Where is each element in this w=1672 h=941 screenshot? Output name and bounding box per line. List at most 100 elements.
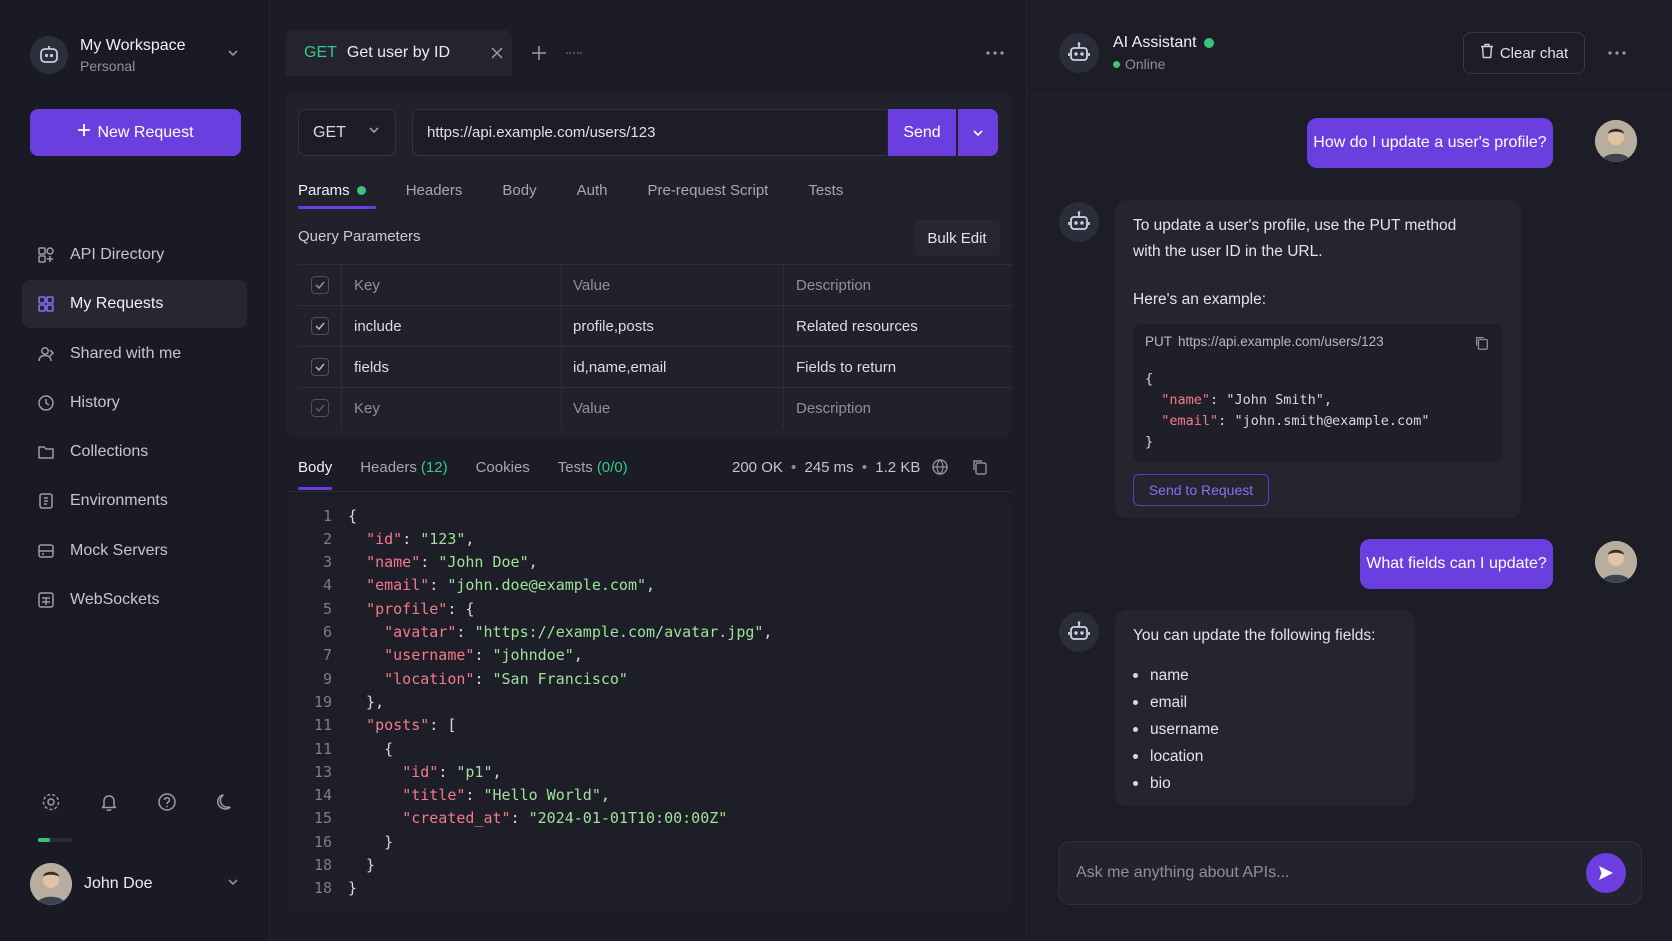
bulk-edit-button[interactable]: Bulk Edit [914,220,1000,256]
users-icon [38,346,55,361]
user-message: How do I update a user's profile? [1307,118,1553,168]
line-content: } [348,832,394,851]
sidebar-item-label: Collections [70,443,149,461]
help-icon[interactable] [154,789,180,815]
param-value[interactable]: id,name,email [562,346,784,388]
line-number: 7 [322,646,332,665]
line-content: "avatar": "https://example.com/avatar.jp… [384,623,773,641]
sidebar-item-mock-servers[interactable]: Mock Servers [22,527,247,575]
row-checkbox[interactable] [310,399,329,417]
assistant-message: You can update the following fields: nam… [1115,610,1415,806]
line-number: 6 [322,623,332,641]
moon-icon[interactable] [212,789,238,815]
chat-input[interactable]: Ask me anything about APIs... [1058,841,1642,905]
send-button[interactable]: Send [888,109,956,156]
user-menu[interactable]: John Doe [30,862,240,906]
table-row-empty: Key Value Description [298,387,1012,429]
sidebar-item-api-directory[interactable]: API Directory [22,231,247,279]
clear-chat-button[interactable]: Clear chat [1463,32,1585,74]
close-icon[interactable] [482,46,512,60]
tab-body[interactable]: Body [502,172,536,208]
send-icon [1599,866,1613,880]
new-param-description[interactable]: Description [784,388,1012,429]
send-to-request-button[interactable]: Send to Request [1133,474,1269,506]
request-panel: GET Get user by ID GET https://api.examp… [270,0,1026,941]
tab-label: Tests [557,458,593,476]
param-value[interactable]: profile,posts [562,305,784,347]
check-icon [314,363,325,372]
send-options-button[interactable] [958,109,998,156]
tab-response-body[interactable]: Body [298,448,333,490]
code-line: 16 } [286,830,393,853]
params-table: Key Value Description include profile,po… [298,264,1012,429]
new-param-value[interactable]: Value [562,387,784,429]
robot-icon [1059,202,1099,242]
chevron-down-icon [226,875,240,893]
url-input[interactable]: https://api.example.com/users/123 [412,109,886,156]
snippet-line: } [1145,434,1154,450]
sidebar-item-shared-with-me[interactable]: Shared with me [22,330,247,378]
send-message-button[interactable] [1586,853,1626,893]
param-description[interactable]: Related resources [784,306,1012,347]
column-header-value: Value [562,264,784,306]
line-number: 14 [313,786,332,805]
param-key[interactable]: include [342,305,562,347]
snippet-url: https://api.example.com/users/123 [1178,334,1384,349]
websocket-icon [38,592,54,608]
line-content: { [348,506,358,525]
sidebar-item-environments[interactable]: Environments [22,477,247,525]
tab-title: Get user by ID [346,44,451,61]
request-builder: GET https://api.example.com/users/123 Se… [286,92,1012,438]
sync-progress-fill [38,838,50,842]
divider [286,491,1012,492]
add-tab-button[interactable] [524,38,554,68]
code-line: 19 }, [286,690,384,713]
line-content: }, [348,692,385,711]
sidebar-item-websockets[interactable]: WebSockets [22,576,247,624]
sidebar-item-label: History [70,393,120,411]
assistant-header: AI Assistant Online [1059,32,1214,74]
code-line: 5 "profile": { [286,597,474,620]
line-content: "id": "p1", [402,762,502,781]
tab-headers[interactable]: Headers [406,172,463,208]
copy-icon[interactable] [967,454,993,480]
line-number: 3 [322,553,332,572]
sidebar-item-my-requests[interactable]: My Requests [22,280,247,329]
tab-response-tests[interactable]: Tests (0/0) [558,448,628,486]
param-description[interactable]: Fields to return [784,347,1012,388]
table-row: include profile,posts Related resources [298,305,1012,347]
tab-params[interactable]: Params [298,172,376,209]
response-body-viewer[interactable]: 1{2 "id": "123", 3 "name": "John Doe", 4 "… [286,500,1012,912]
line-number: 13 [313,762,332,781]
sidebar-item-history[interactable]: History [22,379,247,427]
param-key[interactable]: fields [342,346,562,388]
request-tab[interactable]: GET Get user by ID [286,30,512,76]
assistant-name: AI Assistant [1113,34,1197,51]
sidebar-item-collections[interactable]: Collections [22,428,247,476]
globe-icon[interactable] [927,454,953,480]
tab-pre-request-script[interactable]: Pre-request Script [647,172,768,208]
more-icon[interactable] [980,38,1010,68]
line-content: "email": "john.doe@example.com", [366,576,656,595]
tab-response-cookies[interactable]: Cookies [476,448,530,486]
workspace-switcher[interactable]: My Workspace Personal [30,33,240,77]
row-checkbox[interactable] [310,358,329,376]
tab-auth[interactable]: Auth [577,172,608,208]
select-all-checkbox[interactable] [310,276,329,294]
new-request-button[interactable]: New Request [30,109,241,156]
code-line: 7 "username": "johndoe", [286,644,583,667]
gear-icon[interactable] [38,789,64,815]
bell-icon[interactable] [96,789,122,815]
tab-tests[interactable]: Tests [808,172,843,208]
sidebar-toolbar [38,789,238,815]
method-select[interactable]: GET [298,109,396,156]
user-name: John Doe [84,875,153,892]
copy-icon[interactable] [1471,332,1493,354]
row-checkbox[interactable] [310,317,329,335]
code-snippet: PUT https://api.example.com/users/123 { … [1133,324,1503,462]
tab-response-headers[interactable]: Headers (12) [360,448,447,486]
new-param-key[interactable]: Key [342,387,562,429]
line-number: 18 [313,856,332,874]
chevron-down-icon [367,123,381,142]
more-icon[interactable] [1601,38,1633,68]
